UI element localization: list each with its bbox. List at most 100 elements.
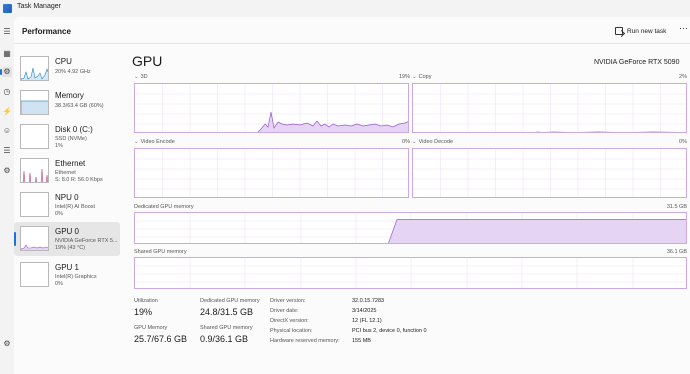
shared-memory-graph — [134, 257, 687, 289]
more-options-button[interactable]: ⋯ — [679, 23, 688, 34]
hamburger-icon[interactable]: ☰ — [2, 27, 12, 37]
engine-label: Video Encode — [140, 139, 175, 145]
shared-memory-label: Shared GPU memory — [134, 249, 187, 255]
hardware-reserved-memory-value: 155 MB — [352, 338, 371, 344]
perf-item-detail: Intel(R) AI Boost — [55, 204, 96, 210]
utilization-label: Utilization — [134, 298, 158, 304]
run-new-task-label: Run new task — [627, 27, 667, 35]
perf-item-detail: Intel(R) Graphics — [55, 274, 97, 280]
history-icon[interactable]: ◷ — [2, 87, 12, 97]
perf-item-gpu0[interactable]: GPU 0 NVIDIA GeForce RTX 5... 19% (43 °C… — [14, 222, 120, 256]
perf-item-npu[interactable]: NPU 0 Intel(R) AI Boost 0% — [14, 188, 120, 222]
perf-item-name: GPU 0 — [55, 227, 80, 236]
perf-item-value: 0% — [55, 211, 63, 217]
dedicated-gpu-memory-value: 24.8/31.5 GB — [200, 307, 254, 317]
perf-item-gpu1[interactable]: GPU 1 Intel(R) Graphics 0% — [14, 258, 120, 292]
perf-item-cpu[interactable]: CPU 20% 4.92 GHz — [14, 52, 120, 86]
gpu-title: GPU — [132, 53, 163, 69]
ethernet-thumbnail-graph — [22, 168, 48, 182]
perf-item-memory[interactable]: Memory 38.3/63.4 GB (60%) — [14, 86, 120, 120]
navigation-rail: ☰ ▦ ⚙ ◷ ⚡ ☺ ☰ ⚙ ⚙ — [0, 17, 14, 374]
engine-percent: 19% — [398, 74, 410, 80]
engine-3d-dropdown[interactable]: ⌄ 3D — [134, 74, 148, 80]
shared-gpu-memory-value: 0.9/36.1 GB — [200, 334, 249, 344]
run-task-icon — [615, 27, 623, 35]
perf-item-name: CPU — [55, 57, 72, 66]
gpu-memory-label: GPU Memory — [134, 325, 168, 331]
driver-version-label: Driver version: — [270, 298, 306, 304]
shared-memory-chart — [135, 258, 686, 288]
driver-date-value: 3/14/2025 — [352, 308, 377, 314]
perf-item-disk[interactable]: Disk 0 (C:) SSD (NVMe) 1% — [14, 120, 120, 154]
details-icon[interactable]: ☰ — [2, 146, 12, 156]
gpu-memory-value: 25.7/67.6 GB — [134, 334, 188, 344]
perf-item-value: 0% — [55, 281, 63, 287]
disk-thumbnail — [20, 124, 49, 149]
engine-3d-chart — [135, 84, 408, 132]
shared-memory-max: 36.1 GB — [666, 249, 687, 255]
perf-item-name: Disk 0 (C:) — [55, 125, 93, 134]
perf-item-name: NPU 0 — [55, 193, 79, 202]
engine-video-encode-graph — [134, 148, 409, 198]
directx-version-value: 12 (FL 12.1) — [352, 318, 382, 324]
memory-thumbnail — [20, 90, 49, 115]
chevron-down-icon: ⌄ — [134, 139, 139, 145]
engine-3d-graph — [134, 83, 409, 133]
perf-item-ethernet[interactable]: Ethernet Ethernet S: 8.0 R: 56.0 Kbps — [14, 154, 120, 188]
perf-item-name: Memory — [55, 91, 84, 100]
page-header: Performance Run new task ⋯ — [14, 17, 690, 44]
engine-video-decode-dropdown[interactable]: ⌄ Video Decode — [412, 139, 453, 145]
perf-item-value: S: 8.0 R: 56.0 Kbps — [55, 177, 103, 183]
engine-video-encode-dropdown[interactable]: ⌄ Video Encode — [134, 139, 175, 145]
memory-thumbnail-graph — [21, 100, 48, 114]
perf-item-name: Ethernet — [55, 159, 86, 168]
performance-content: CPU 20% 4.92 GHz Memory 38.3/63.4 GB (60… — [14, 44, 690, 374]
dedicated-memory-chart — [135, 213, 686, 243]
dedicated-memory-max: 31.5 GB — [666, 204, 687, 210]
engine-copy-graph — [412, 83, 687, 133]
perf-item-detail: NVIDIA GeForce RTX 5... — [55, 238, 118, 244]
engine-copy-dropdown[interactable]: ⌄ Copy — [412, 74, 431, 80]
settings-icon[interactable]: ⚙ — [2, 339, 12, 349]
engine-percent: 2% — [679, 74, 687, 80]
gpu0-thumbnail-graph — [21, 244, 48, 250]
engine-label: Copy — [418, 74, 432, 80]
startup-icon[interactable]: ⚡ — [2, 107, 12, 117]
engine-label: Video Decode — [418, 139, 454, 145]
cpu-thumbnail-graph — [21, 67, 48, 80]
ethernet-thumbnail — [20, 158, 49, 183]
npu-thumbnail-graph — [21, 193, 49, 217]
driver-date-label: Driver date: — [270, 308, 299, 314]
chevron-down-icon: ⌄ — [412, 139, 417, 145]
title-bar: Task Manager — [0, 0, 690, 17]
engine-video-decode-graph — [412, 148, 687, 198]
engine-label: 3D — [140, 74, 148, 80]
gpu1-thumbnail — [20, 262, 49, 287]
gpu-model-name: NVIDIA GeForce RTX 5090 — [594, 59, 680, 66]
dedicated-memory-label: Dedicated GPU memory — [134, 204, 194, 210]
perf-item-detail: SSD (NVMe) — [55, 136, 87, 142]
run-new-task-button[interactable]: Run new task — [615, 25, 666, 37]
engine-video-decode-chart — [413, 149, 686, 197]
task-manager-app-icon — [3, 4, 12, 13]
chevron-down-icon: ⌄ — [134, 74, 139, 80]
directx-version-label: DirectX version: — [270, 318, 309, 324]
perf-item-value: 19% (43 °C) — [55, 245, 86, 251]
shared-gpu-memory-label: Shared GPU memory — [200, 325, 253, 331]
services-icon[interactable]: ⚙ — [2, 166, 12, 176]
engine-percent: 0% — [679, 139, 687, 145]
window-title: Task Manager — [17, 3, 61, 10]
engine-copy-chart — [413, 84, 686, 132]
cpu-thumbnail — [20, 56, 49, 81]
users-icon[interactable]: ☺ — [2, 126, 12, 136]
performance-icon[interactable]: ⚙ — [0, 67, 12, 77]
gpu1-thumbnail-graph — [21, 263, 49, 287]
chevron-down-icon: ⌄ — [412, 74, 417, 80]
engine-percent: 0% — [402, 139, 410, 145]
processes-icon[interactable]: ▦ — [2, 49, 12, 59]
disk-thumbnail-graph — [21, 125, 49, 149]
dedicated-memory-graph — [134, 212, 687, 244]
page-title: Performance — [22, 27, 71, 36]
engine-video-encode-chart — [135, 149, 408, 197]
gpu0-thumbnail — [20, 226, 49, 251]
